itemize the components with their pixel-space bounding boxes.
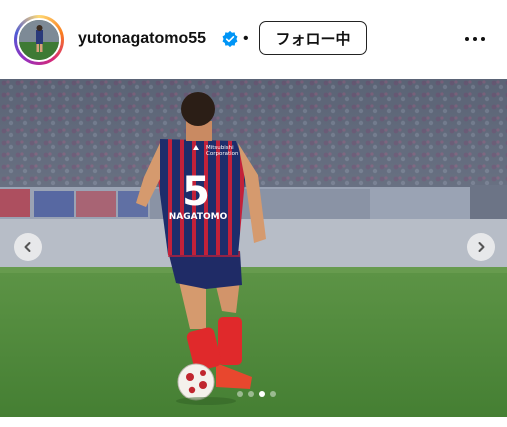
carousel-indicator	[237, 391, 276, 399]
following-button[interactable]: フォロー中	[259, 21, 367, 55]
carousel-dot	[270, 391, 276, 397]
soccer-ball	[177, 363, 215, 401]
carousel-dot	[248, 391, 254, 397]
post-footer-edge	[0, 417, 507, 427]
verified-badge-icon	[222, 30, 238, 48]
carousel-dot	[237, 391, 243, 397]
username[interactable]: yutonagatomo55	[78, 29, 206, 49]
more-horizontal-icon[interactable]	[463, 33, 487, 45]
post-photo: 5 NAGATOMO Mitsubishi Corporation	[0, 79, 507, 417]
jersey-name: NAGATOMO	[169, 212, 228, 222]
previous-button[interactable]	[14, 233, 42, 261]
separator-dot: •	[243, 30, 249, 47]
story-ring[interactable]	[14, 15, 64, 65]
chevron-right-icon	[478, 242, 485, 252]
sponsor-line-2: Corporation	[206, 151, 239, 157]
avatar[interactable]	[17, 18, 61, 62]
chevron-left-icon	[24, 242, 31, 252]
jersey-number: 5	[182, 169, 210, 215]
post-header: yutonagatomo55 • フォロー中	[0, 0, 507, 78]
next-button[interactable]	[467, 233, 495, 261]
carousel-dot-active	[259, 391, 265, 397]
